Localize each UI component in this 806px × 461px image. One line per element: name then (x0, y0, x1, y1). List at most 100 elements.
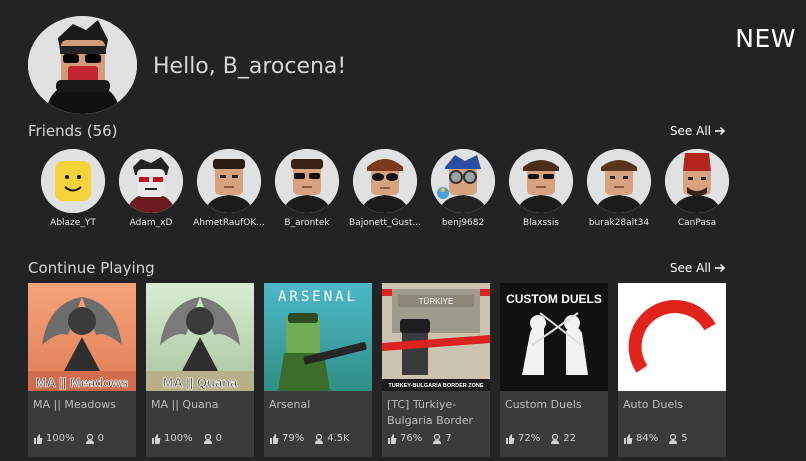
game-card[interactable]: MA || Quana MA || Quana 100% 0 (146, 283, 254, 457)
thumbs-up-icon (270, 433, 279, 444)
friend-item[interactable]: Blaxssis (502, 149, 580, 228)
game-title[interactable]: MA || Meadows (28, 391, 136, 433)
friend-item[interactable]: benj9682 (424, 149, 502, 228)
continue-playing-title[interactable]: Continue Playing (28, 259, 155, 277)
friend-item[interactable]: CanPasa (658, 149, 736, 228)
friend-name[interactable]: benj9682 (424, 218, 502, 228)
thumb-text: TURKEY-BULGARIA BORDER ZONE (388, 383, 483, 389)
arrow-right-icon (715, 263, 726, 273)
rating-value: 84% (636, 433, 659, 444)
friends-title[interactable]: Friends (56) (28, 122, 118, 140)
game-thumbnail[interactable]: MA || Quana (146, 283, 254, 391)
game-title[interactable]: Arsenal (264, 391, 372, 433)
friend-name[interactable]: B_arontek (268, 218, 346, 228)
friend-name[interactable]: Adam_xD (112, 218, 190, 228)
players-stat: 0 (203, 433, 222, 444)
friend-avatar[interactable] (509, 149, 573, 213)
game-stats: 76% 7 (382, 433, 490, 444)
player-icon (433, 433, 442, 444)
player-icon (85, 433, 94, 444)
thumb-text: MA || Quana (163, 375, 238, 390)
friend-avatar[interactable] (587, 149, 651, 213)
game-title[interactable]: MA || Quana (146, 391, 254, 433)
thumb-text: MA || Meadows (36, 375, 129, 390)
friend-avatar[interactable] (431, 149, 495, 213)
friend-avatar[interactable] (197, 149, 261, 213)
friend-name[interactable]: Bajonett_Gust... (346, 218, 424, 228)
arrow-right-icon (715, 126, 726, 136)
game-title[interactable]: Auto Duels (618, 391, 726, 433)
friend-name[interactable]: CanPasa (658, 218, 736, 228)
game-stats: 72% 22 (500, 433, 608, 444)
friends-header: Friends (56) See All (28, 122, 726, 140)
game-thumbnail[interactable]: MA || Meadows (28, 283, 136, 391)
rating-value: 79% (282, 433, 305, 444)
friend-name[interactable]: AhmetRaufOK... (190, 218, 268, 228)
players-value: 4.5K (327, 433, 350, 444)
continue-playing-header: Continue Playing See All (28, 259, 726, 277)
rating-stat: 84% (623, 433, 658, 444)
game-title[interactable]: [TC] Türkiye-Bulgaria Border (382, 391, 490, 433)
friend-avatar[interactable] (665, 149, 729, 213)
friend-item[interactable]: Bajonett_Gust... (346, 149, 424, 228)
see-all-label: See All (669, 261, 711, 275)
thumb-text: ARSENAL (278, 289, 358, 305)
continue-playing-see-all-link[interactable]: See All (670, 261, 726, 275)
players-stat: 7 (432, 433, 452, 444)
friend-avatar[interactable] (41, 149, 105, 213)
friend-avatar[interactable] (275, 149, 339, 213)
players-value: 22 (563, 433, 576, 444)
game-thumbnail[interactable]: CUSTOM DUELS (500, 283, 608, 391)
game-card[interactable]: Auto Duels 84% 5 (618, 283, 726, 457)
thumbs-up-icon (388, 433, 397, 444)
rating-stat: 100% (151, 433, 193, 444)
game-stats: 84% 5 (618, 433, 726, 444)
friend-item[interactable]: B_arontek (268, 149, 346, 228)
greeting: Hello, B_arocena! (153, 53, 347, 79)
friend-item[interactable]: Ablaze_YT (34, 149, 112, 228)
game-stats: 100% 0 (146, 433, 254, 444)
game-stats: 100% 0 (28, 433, 136, 444)
game-card[interactable]: CUSTOM DUELS Custom Duels 72% 22 (500, 283, 608, 457)
friend-item[interactable]: Adam_xD (112, 149, 190, 228)
players-value: 0 (215, 433, 222, 444)
user-avatar[interactable] (28, 16, 137, 114)
user-avatar-image (28, 16, 137, 114)
player-icon (315, 433, 324, 444)
thumbs-up-icon (624, 433, 633, 444)
rating-stat: 76% (387, 433, 422, 444)
friend-item[interactable]: AhmetRaufOK... (190, 149, 268, 228)
friend-name[interactable]: Ablaze_YT (34, 218, 112, 228)
thumbs-up-icon (506, 433, 515, 444)
friend-name[interactable]: Blaxssis (502, 218, 580, 228)
game-card[interactable]: MA || Meadows MA || Meadows 100% 0 (28, 283, 136, 457)
game-thumbnail[interactable] (618, 283, 726, 391)
rating-stat: 79% (269, 433, 304, 444)
rating-value: 100% (46, 433, 75, 444)
game-thumbnail[interactable]: TÜRKİYE TURKEY-BULGARIA BORDER ZONE (382, 283, 490, 391)
players-stat: 5 (668, 433, 688, 444)
game-stats: 79% 4.5K (264, 433, 372, 444)
game-thumbnail[interactable]: ARSENAL (264, 283, 372, 391)
new-badge[interactable]: NEW (735, 24, 796, 53)
players-value: 7 (445, 433, 452, 444)
game-title[interactable]: Custom Duels (500, 391, 608, 433)
game-card[interactable]: ARSENAL Arsenal 79% 4.5K (264, 283, 372, 457)
friend-avatar[interactable] (353, 149, 417, 213)
players-value: 5 (681, 433, 688, 444)
thumbs-up-icon (152, 433, 161, 444)
game-card[interactable]: TÜRKİYE TURKEY-BULGARIA BORDER ZONE [TC]… (382, 283, 490, 457)
players-value: 0 (97, 433, 104, 444)
player-icon (203, 433, 212, 444)
continue-playing-list: MA || Meadows MA || Meadows 100% 0 MA ||… (28, 283, 726, 457)
friend-avatar[interactable] (119, 149, 183, 213)
thumb-text: CUSTOM DUELS (506, 292, 602, 306)
friends-see-all-link[interactable]: See All (670, 124, 726, 138)
player-icon (551, 433, 560, 444)
friend-item[interactable]: burak28alt34 (580, 149, 658, 228)
rating-stat: 100% (33, 433, 75, 444)
rating-value: 100% (164, 433, 193, 444)
friends-list: Ablaze_YT Adam_xD AhmetRaufOK... B_aront… (34, 149, 736, 228)
friend-name[interactable]: burak28alt34 (580, 218, 658, 228)
rating-stat: 72% (505, 433, 540, 444)
